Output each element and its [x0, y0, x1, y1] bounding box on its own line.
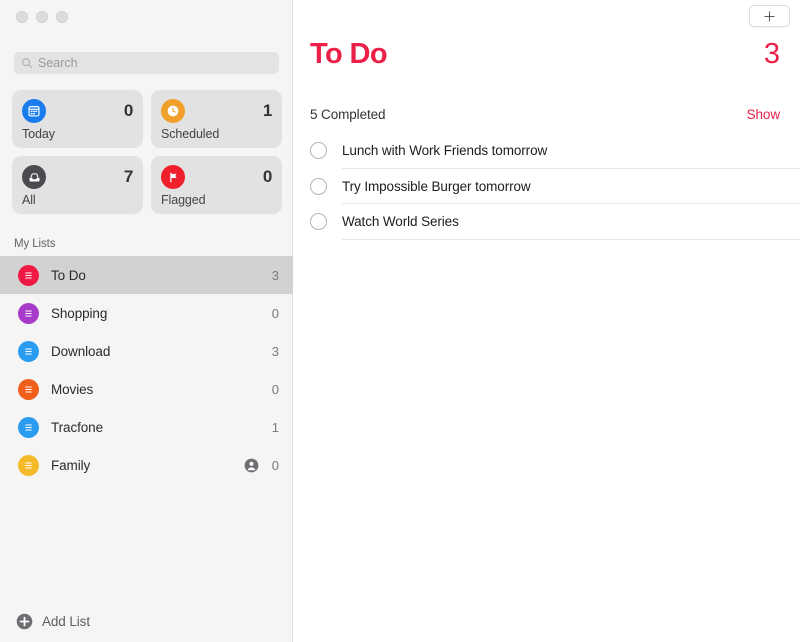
smart-list-today-count: 0: [124, 101, 133, 121]
search-input[interactable]: [38, 56, 272, 70]
sidebar-list-to-do-label: To Do: [51, 268, 269, 283]
my-lists-header: My Lists: [14, 238, 55, 250]
smart-list-scheduled[interactable]: 1 Scheduled: [151, 90, 282, 148]
sidebar-list-download-count: 3: [269, 344, 279, 359]
reminder-title: Try Impossible Burger tomorrow: [342, 179, 531, 194]
reminders-window: 0 Today 1 Scheduled: [0, 0, 800, 642]
sidebar-list-shopping[interactable]: Shopping 0: [0, 294, 293, 332]
sidebar-list-tracfone-count: 1: [269, 420, 279, 435]
sidebar-list-download[interactable]: Download 3: [0, 332, 293, 370]
smart-list-flagged-top: 0: [161, 164, 272, 190]
list-bullets-icon: [18, 417, 39, 438]
smart-list-all-label: All: [22, 193, 133, 207]
smart-list-flagged-label: Flagged: [161, 193, 272, 207]
smart-list-scheduled-label: Scheduled: [161, 127, 272, 141]
window-traffic-lights: [16, 11, 68, 23]
add-list-label: Add List: [42, 614, 90, 629]
sidebar-list-shopping-count: 0: [269, 306, 279, 321]
content-header: To Do 3: [310, 40, 780, 69]
smart-list-all[interactable]: 7 All: [12, 156, 143, 214]
sidebar: 0 Today 1 Scheduled: [0, 0, 293, 642]
smart-lists-grid: 0 Today 1 Scheduled: [12, 90, 282, 214]
table-row[interactable]: Watch World Series: [293, 204, 800, 240]
minimize-button[interactable]: [36, 11, 48, 23]
list-total-count: 3: [764, 40, 780, 69]
sidebar-list-movies[interactable]: Movies 0: [0, 370, 293, 408]
sidebar-list-to-do-count: 3: [269, 268, 279, 283]
completed-count-label: 5 Completed: [310, 107, 385, 122]
show-completed-link[interactable]: Show: [747, 107, 780, 122]
sidebar-list-family-count: 0: [269, 458, 279, 473]
smart-list-today-top: 0: [22, 98, 133, 124]
list-bullets-icon: [18, 379, 39, 400]
add-list-button[interactable]: Add List: [16, 613, 90, 630]
sidebar-list-tracfone-label: Tracfone: [51, 420, 269, 435]
sidebar-list-to-do[interactable]: To Do 3: [0, 256, 293, 294]
reminder-checkbox[interactable]: [310, 142, 327, 159]
reminder-title: Lunch with Work Friends tomorrow: [342, 143, 547, 158]
smart-list-flagged-count: 0: [263, 167, 272, 187]
add-reminder-button[interactable]: [749, 5, 790, 27]
reminder-checkbox[interactable]: [310, 178, 327, 195]
sidebar-list-download-label: Download: [51, 344, 269, 359]
list-bullets-icon: [18, 455, 39, 476]
sidebar-list-movies-label: Movies: [51, 382, 269, 397]
smart-list-today-label: Today: [22, 127, 133, 141]
reminder-title: Watch World Series: [342, 214, 459, 229]
smart-list-flagged[interactable]: 0 Flagged: [151, 156, 282, 214]
smart-list-all-count: 7: [124, 167, 133, 187]
table-row[interactable]: Try Impossible Burger tomorrow: [293, 169, 800, 205]
zoom-button[interactable]: [56, 11, 68, 23]
close-button[interactable]: [16, 11, 28, 23]
table-row[interactable]: Lunch with Work Friends tomorrow: [293, 133, 800, 169]
completed-bar: 5 Completed Show: [310, 107, 780, 122]
content-pane: To Do 3 5 Completed Show Lunch with Work…: [293, 0, 800, 642]
search-field[interactable]: [14, 52, 279, 74]
list-bullets-icon: [18, 303, 39, 324]
sidebar-list-family-label: Family: [51, 458, 244, 473]
search-icon: [21, 57, 33, 69]
smart-list-today[interactable]: 0 Today: [12, 90, 143, 148]
sidebar-list-tracfone[interactable]: Tracfone 1: [0, 408, 293, 446]
calendar-icon: [22, 99, 46, 123]
plus-circle-icon: [16, 613, 33, 630]
reminders-list: Lunch with Work Friends tomorrow Try Imp…: [293, 133, 800, 240]
sidebar-list-movies-count: 0: [269, 382, 279, 397]
flag-icon: [161, 165, 185, 189]
list-bullets-icon: [18, 265, 39, 286]
reminder-checkbox[interactable]: [310, 213, 327, 230]
smart-list-scheduled-count: 1: [263, 101, 272, 121]
smart-list-all-top: 7: [22, 164, 133, 190]
my-lists: To Do 3 Shopping 0: [0, 256, 293, 484]
clock-icon: [161, 99, 185, 123]
list-bullets-icon: [18, 341, 39, 362]
shared-person-icon: [244, 458, 259, 473]
page-title: To Do: [310, 40, 387, 69]
plus-icon: [763, 10, 776, 23]
sidebar-list-shopping-label: Shopping: [51, 306, 269, 321]
sidebar-list-family[interactable]: Family 0: [0, 446, 293, 484]
smart-list-scheduled-top: 1: [161, 98, 272, 124]
inbox-icon: [22, 165, 46, 189]
